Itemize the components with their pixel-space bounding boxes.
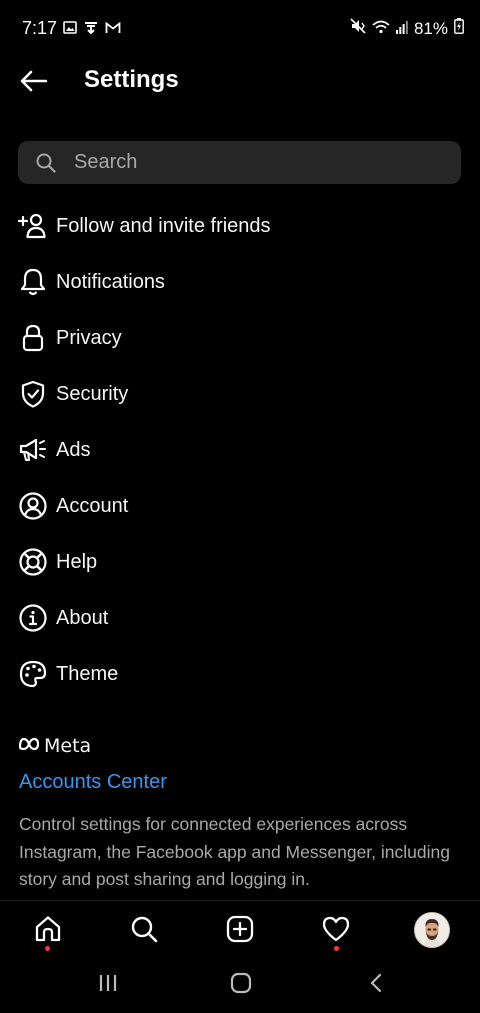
menu-item-follow-invite[interactable]: Follow and invite friends xyxy=(0,198,480,254)
create-icon xyxy=(226,915,254,948)
search-icon xyxy=(130,915,158,948)
meta-logo: Meta xyxy=(18,735,91,757)
status-notification-icons xyxy=(63,20,121,39)
accounts-center-link[interactable]: Accounts Center xyxy=(19,771,167,794)
mute-vibrate-icon xyxy=(350,18,366,39)
signal-icon xyxy=(395,19,408,39)
info-icon xyxy=(18,603,48,633)
home-circle-icon xyxy=(230,972,252,999)
activity-heart-icon xyxy=(322,916,350,947)
cloud-download-icon xyxy=(84,20,98,39)
status-bar: 7:17 81% xyxy=(0,0,480,58)
menu-item-label: About xyxy=(56,606,109,629)
add-person-icon xyxy=(18,211,48,241)
menu-item-ads[interactable]: Ads xyxy=(0,422,480,478)
nav-create[interactable] xyxy=(222,913,258,949)
header: Settings xyxy=(0,58,480,106)
menu-item-label: Follow and invite friends xyxy=(56,214,271,237)
menu-item-theme[interactable]: Theme xyxy=(0,646,480,702)
lifebuoy-icon xyxy=(18,547,48,577)
meta-logo-text: Meta xyxy=(44,735,92,757)
recent-apps-button[interactable] xyxy=(93,972,123,998)
activity-notification-dot xyxy=(334,946,339,951)
menu-item-help[interactable]: Help xyxy=(0,534,480,590)
gmail-icon xyxy=(105,21,121,39)
home-button[interactable] xyxy=(226,972,256,998)
meta-infinity-icon xyxy=(18,737,40,756)
nav-search[interactable] xyxy=(126,913,162,949)
palette-icon xyxy=(18,659,48,689)
search-icon xyxy=(36,153,56,173)
menu-item-label: Notifications xyxy=(56,270,165,293)
menu-item-label: Security xyxy=(56,382,129,405)
menu-item-label: Theme xyxy=(56,662,119,685)
home-icon xyxy=(34,915,62,948)
menu-item-label: Ads xyxy=(56,438,91,461)
battery-percent: 81% xyxy=(413,18,448,38)
lock-icon xyxy=(18,323,48,353)
bottom-nav xyxy=(0,900,480,959)
menu-item-account[interactable]: Account xyxy=(0,478,480,534)
back-button[interactable] xyxy=(16,66,50,100)
recent-apps-icon xyxy=(98,974,118,997)
home-notification-dot xyxy=(45,946,50,951)
status-right-icons: 81% xyxy=(350,18,464,39)
gallery-icon xyxy=(63,20,77,39)
accounts-center-description: Control settings for connected experienc… xyxy=(19,814,450,889)
menu-item-about[interactable]: About xyxy=(0,590,480,646)
bell-icon xyxy=(18,267,48,297)
page-title: Settings xyxy=(84,66,179,93)
menu-item-label: Privacy xyxy=(56,326,122,349)
arrow-left-icon xyxy=(19,70,48,97)
nav-home[interactable] xyxy=(30,913,66,949)
settings-menu: Follow and invite friends Notifications … xyxy=(0,198,480,702)
status-time: 7:17 xyxy=(22,18,58,38)
battery-charging-icon xyxy=(454,18,464,39)
back-nav-button[interactable] xyxy=(361,972,391,998)
menu-item-notifications[interactable]: Notifications xyxy=(0,254,480,310)
menu-item-security[interactable]: Security xyxy=(0,366,480,422)
wifi-icon xyxy=(372,19,390,39)
profile-avatar[interactable] xyxy=(414,912,450,948)
user-circle-icon xyxy=(18,491,48,521)
shield-check-icon xyxy=(18,379,48,409)
nav-activity[interactable] xyxy=(318,913,354,949)
megaphone-icon xyxy=(18,435,48,465)
menu-item-label: Help xyxy=(56,550,98,573)
menu-item-privacy[interactable]: Privacy xyxy=(0,310,480,366)
avatar-image xyxy=(415,913,449,947)
system-nav-bar xyxy=(0,958,480,1013)
chevron-left-icon xyxy=(369,973,383,998)
search-placeholder: Search xyxy=(74,151,138,173)
menu-item-label: Account xyxy=(56,494,129,517)
search-input[interactable]: Search xyxy=(18,141,461,184)
